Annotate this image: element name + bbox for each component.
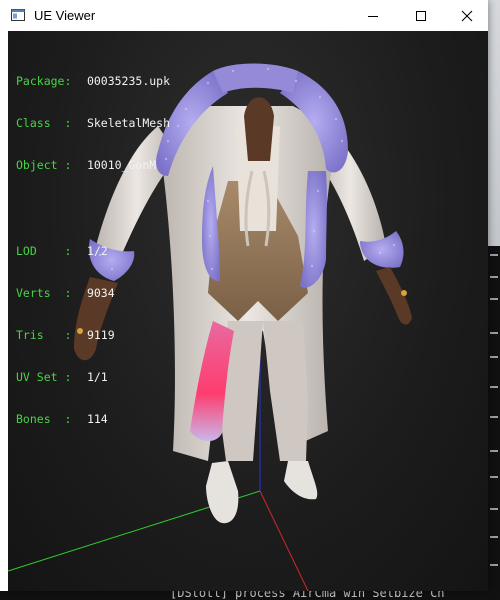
maximize-button[interactable] [398, 0, 444, 31]
close-icon [461, 10, 473, 21]
info-verts: Verts : 9034 [16, 286, 115, 300]
minimize-button[interactable] [350, 0, 396, 31]
close-button[interactable] [444, 0, 490, 31]
axis-x-line [259, 490, 309, 591]
minimize-icon [368, 15, 378, 17]
info-package: Package: 00035235.upk [16, 74, 171, 88]
3d-viewport[interactable]: Package: 00035235.upk Class : SkeletalMe… [8, 31, 488, 591]
info-uvset: UV Set : 1/1 [16, 370, 108, 384]
mesh-info-panel: Package: 00035235.upk Class : SkeletalMe… [16, 46, 170, 454]
info-lod: LOD : 1/2 [16, 244, 108, 258]
info-class: Class : SkeletalMesh [16, 116, 171, 130]
info-bones: Bones : 114 [16, 412, 108, 426]
app-window-icon [11, 9, 25, 21]
info-object: Object : 10010_GonM [16, 158, 157, 172]
window-title: UE Viewer [34, 8, 96, 23]
background-console-strip: [DStotl] process AirCma win Setbize Ch [0, 590, 500, 600]
background-console-text: [DStotl] process AirCma win Setbize Ch [170, 590, 445, 600]
background-console-window [488, 246, 500, 600]
maximize-icon [416, 10, 426, 21]
title-bar[interactable]: UE Viewer [0, 0, 488, 31]
info-tris: Tris : 9119 [16, 328, 115, 342]
ue-viewer-window[interactable]: UE Viewer Package: 00035235.upk Class: … [0, 0, 488, 591]
